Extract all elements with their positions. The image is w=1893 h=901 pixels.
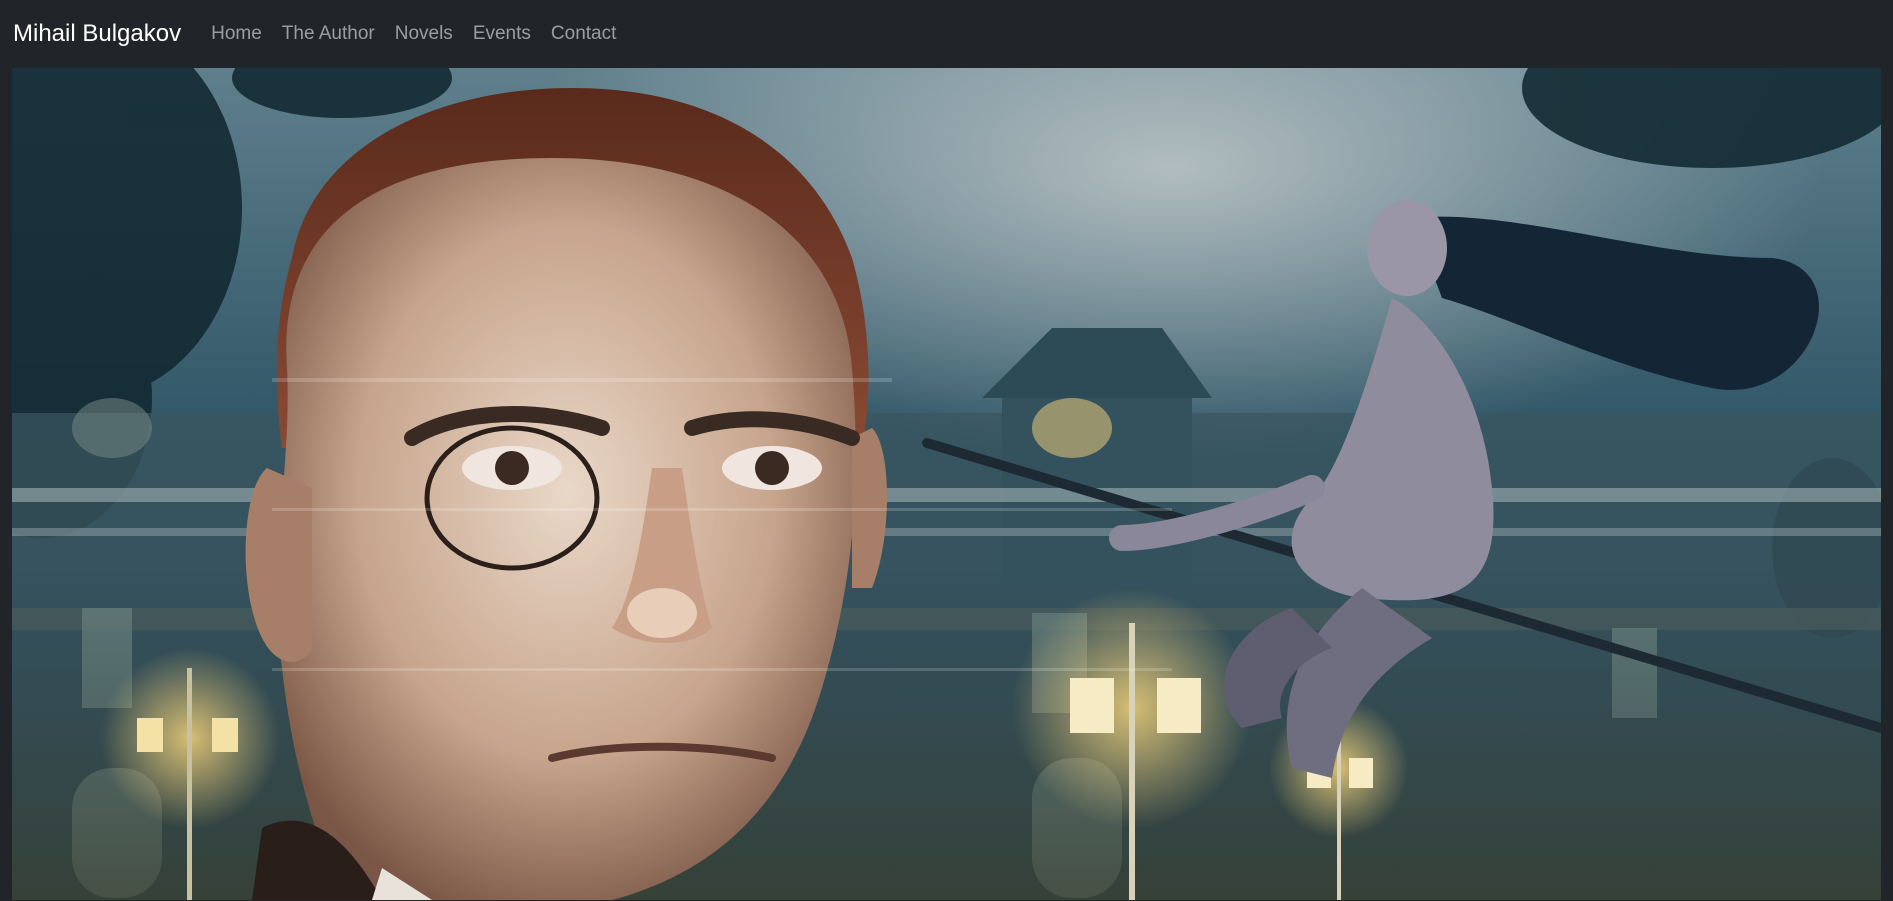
nav-link-events[interactable]: Events bbox=[463, 15, 541, 53]
navbar-brand[interactable]: Mihail Bulgakov bbox=[13, 20, 181, 48]
nav-menu: Home The Author Novels Events Contact bbox=[201, 15, 626, 53]
nav-link-home[interactable]: Home bbox=[201, 15, 272, 53]
hero-banner-image bbox=[12, 68, 1881, 900]
nav-link-novels[interactable]: Novels bbox=[385, 15, 463, 53]
nav-link-contact[interactable]: Contact bbox=[541, 15, 626, 53]
nav-link-the-author[interactable]: The Author bbox=[272, 15, 385, 53]
hero-illustration bbox=[12, 68, 1881, 900]
top-navbar: Mihail Bulgakov Home The Author Novels E… bbox=[0, 0, 1893, 68]
